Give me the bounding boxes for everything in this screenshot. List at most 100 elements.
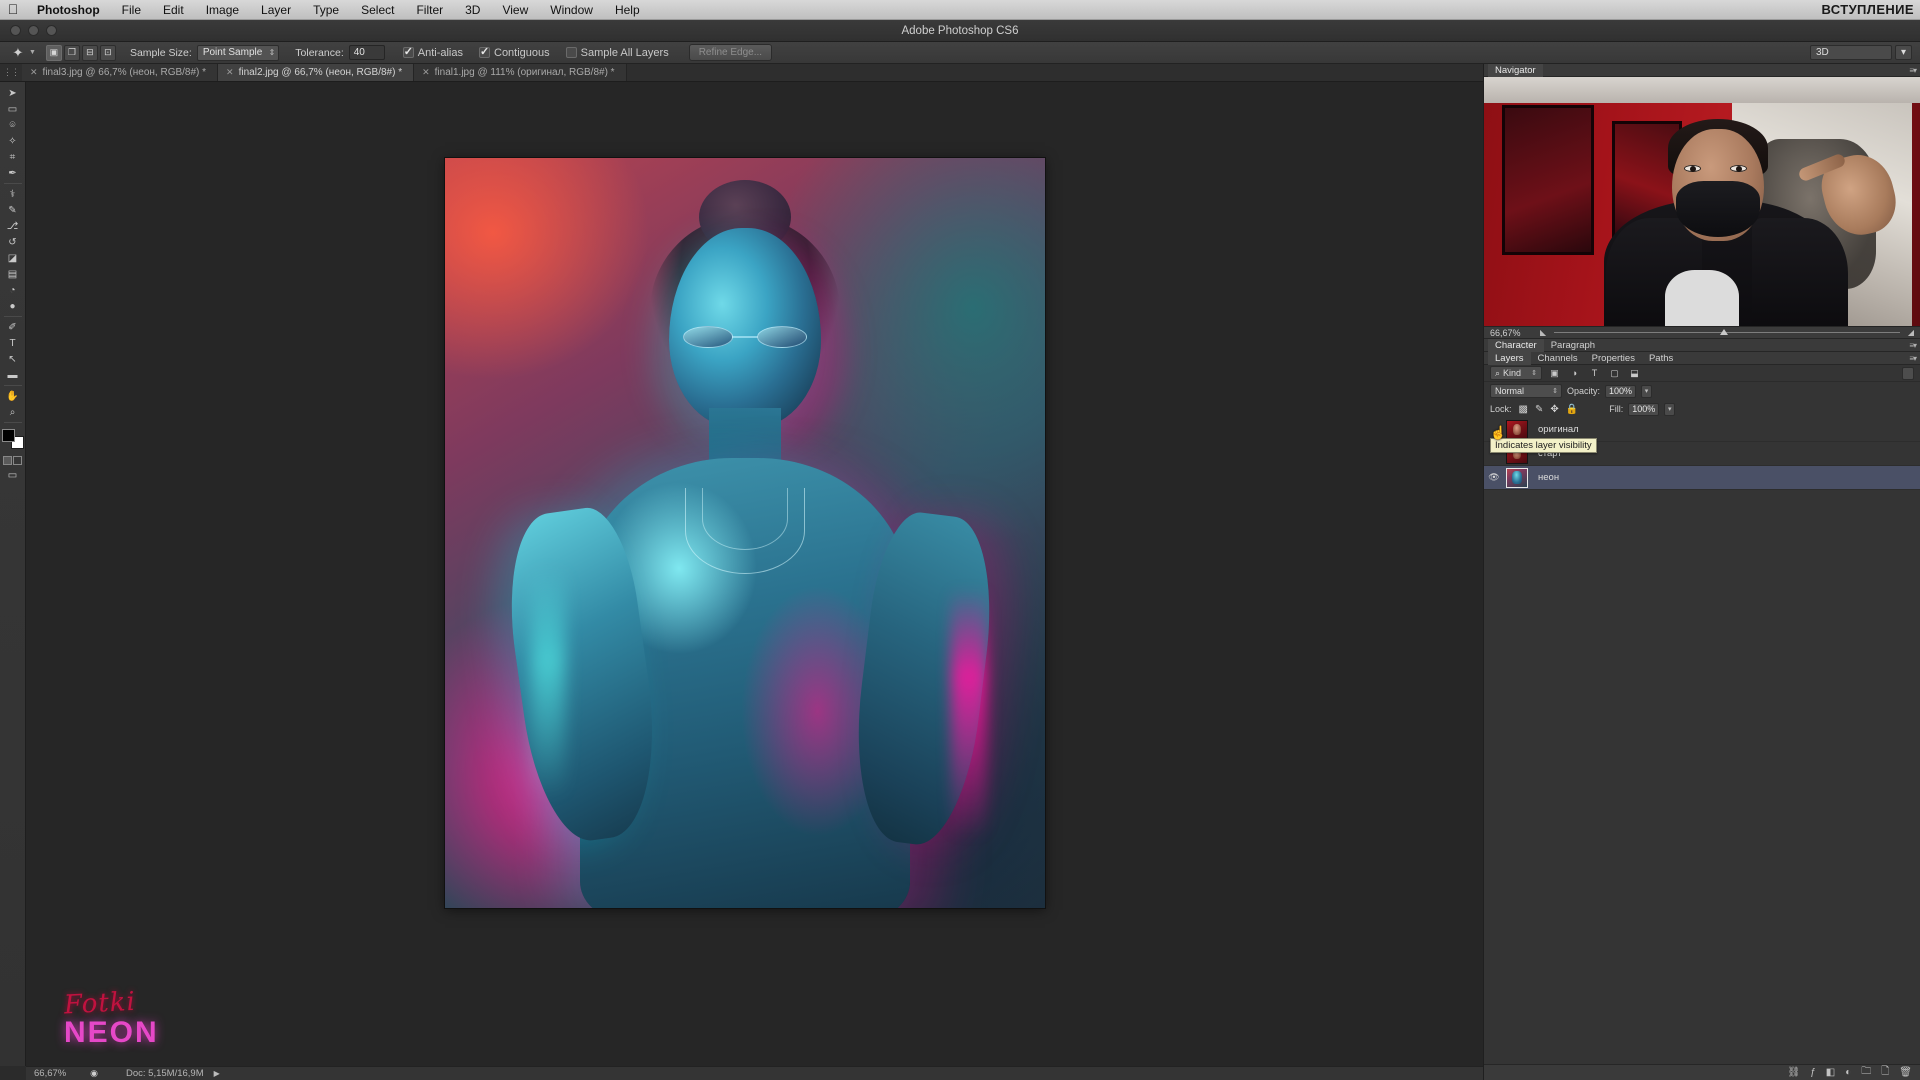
- lock-position-icon[interactable]: ✥: [1550, 404, 1558, 415]
- apple-logo-icon[interactable]: : [0, 2, 26, 18]
- tolerance-input[interactable]: 40: [349, 45, 385, 60]
- dodge-tool[interactable]: ●: [1, 298, 25, 314]
- delete-layer-icon[interactable]: 🗑: [1899, 1067, 1912, 1078]
- sample-all-layers-checkbox-box[interactable]: [566, 47, 577, 58]
- status-zoom-level[interactable]: 66,67%: [34, 1068, 84, 1079]
- marquee-tool[interactable]: ▭: [1, 101, 25, 117]
- zoom-tool[interactable]: ⌕: [1, 404, 25, 420]
- tab-channels[interactable]: Channels: [1531, 352, 1585, 365]
- move-tool[interactable]: ➤: [1, 85, 25, 101]
- workspace-3d-button[interactable]: 3D: [1810, 45, 1892, 60]
- workspace-switcher-chevron-icon[interactable]: ▾: [1895, 45, 1912, 60]
- opacity-stepper[interactable]: ▾: [1641, 385, 1652, 398]
- blur-tool[interactable]: ◔: [1, 282, 25, 298]
- tab-navigator[interactable]: Navigator: [1488, 64, 1543, 77]
- slider-thumb[interactable]: [1720, 329, 1728, 335]
- tab-paths[interactable]: Paths: [1642, 352, 1680, 365]
- document-tab-final3[interactable]: ✕ final3.jpg @ 66,7% (неон, RGB/8#) *: [22, 64, 218, 81]
- lock-image-pixels-icon[interactable]: ✎: [1535, 404, 1543, 415]
- tab-paragraph[interactable]: Paragraph: [1544, 339, 1602, 352]
- fill-value[interactable]: 100%: [1628, 403, 1659, 416]
- document-canvas-area[interactable]: Fotki NEON: [26, 82, 1483, 1066]
- menu-filter[interactable]: Filter: [405, 0, 454, 20]
- contiguous-checkbox-box[interactable]: [479, 47, 490, 58]
- layer-thumbnail[interactable]: [1506, 468, 1528, 488]
- tab-character[interactable]: Character: [1488, 339, 1544, 352]
- contiguous-checkbox[interactable]: Contiguous: [479, 47, 550, 59]
- new-group-icon[interactable]: 🗀: [1861, 1064, 1871, 1080]
- panel-menu-icon[interactable]: ≡▾: [1909, 354, 1916, 363]
- subtract-from-selection-button[interactable]: ⊟: [82, 45, 98, 61]
- document-tab-final2[interactable]: ✕ final2.jpg @ 66,7% (неон, RGB/8#) *: [218, 64, 414, 81]
- type-tool[interactable]: T: [1, 335, 25, 351]
- color-swatches[interactable]: [2, 429, 24, 449]
- adjustment-layer-icon[interactable]: ◐: [1845, 1067, 1851, 1078]
- gradient-tool[interactable]: ▤: [1, 266, 25, 282]
- navigator-zoom-value[interactable]: 66,67%: [1490, 328, 1532, 338]
- menu-window[interactable]: Window: [539, 0, 604, 20]
- filter-toggle-switch[interactable]: [1902, 367, 1914, 380]
- tab-bar-grip-icon[interactable]: ⋮⋮: [0, 64, 22, 81]
- selection-mode-group[interactable]: ▣ ❐ ⊟ ⊡: [46, 45, 116, 61]
- quick-mask-mode-icon[interactable]: [13, 456, 22, 465]
- path-selection-tool[interactable]: ↖: [1, 351, 25, 367]
- standard-mode-icon[interactable]: [3, 456, 12, 465]
- magic-wand-icon[interactable]: ✦: [8, 45, 28, 61]
- opacity-value[interactable]: 100%: [1605, 385, 1636, 398]
- layer-visibility-toggle[interactable]: 👁: [1484, 472, 1504, 483]
- menu-help[interactable]: Help: [604, 0, 651, 20]
- refine-edge-button[interactable]: Refine Edge...: [689, 44, 772, 61]
- healing-brush-tool[interactable]: ⚕: [1, 186, 25, 202]
- shape-tool[interactable]: ▬: [1, 367, 25, 383]
- tab-layers[interactable]: Layers: [1488, 352, 1531, 365]
- table-row[interactable]: 👁 неон: [1484, 466, 1920, 490]
- sample-size-select[interactable]: Point Sample: [197, 45, 279, 61]
- quick-mask-toggle[interactable]: [2, 453, 24, 467]
- image-canvas-neon-portrait[interactable]: [445, 158, 1045, 908]
- hand-tool[interactable]: ✋: [1, 388, 25, 404]
- close-icon[interactable]: ✕: [226, 67, 234, 78]
- panel-menu-icon[interactable]: ≡▾: [1909, 341, 1916, 350]
- filter-smart-object-icon[interactable]: ⬓: [1627, 366, 1642, 380]
- status-menu-arrow-icon[interactable]: ▶: [214, 1069, 220, 1078]
- quick-selection-tool[interactable]: ✧: [1, 133, 25, 149]
- eraser-tool[interactable]: ◪: [1, 250, 25, 266]
- navigator-zoom-slider[interactable]: [1554, 330, 1900, 336]
- new-selection-button[interactable]: ▣: [46, 45, 62, 61]
- foreground-color-swatch[interactable]: [2, 429, 15, 442]
- history-brush-tool[interactable]: ↺: [1, 234, 25, 250]
- zoom-out-icon[interactable]: ◣: [1540, 328, 1546, 337]
- lasso-tool[interactable]: ⌾: [1, 117, 25, 133]
- crop-tool[interactable]: ⌗: [1, 149, 25, 165]
- menu-photoshop[interactable]: Photoshop: [26, 0, 111, 20]
- menu-type[interactable]: Type: [302, 0, 350, 20]
- close-icon[interactable]: ✕: [422, 67, 430, 78]
- blend-mode-select[interactable]: Normal: [1490, 384, 1562, 398]
- zoom-in-icon[interactable]: ◢: [1908, 328, 1914, 337]
- screen-mode-icon[interactable]: ▭: [1, 467, 25, 483]
- anti-alias-checkbox-box[interactable]: [403, 47, 414, 58]
- clone-stamp-tool[interactable]: ⎇: [1, 218, 25, 234]
- menu-select[interactable]: Select: [350, 0, 405, 20]
- menu-view[interactable]: View: [491, 0, 539, 20]
- lock-transparent-pixels-icon[interactable]: ▩: [1519, 404, 1528, 415]
- menu-3d[interactable]: 3D: [454, 0, 491, 20]
- brush-tool[interactable]: ✎: [1, 202, 25, 218]
- close-icon[interactable]: ✕: [30, 67, 38, 78]
- layer-filter-kind-select[interactable]: ⌕ Kind: [1490, 366, 1542, 380]
- tool-preset-chevron-down-icon[interactable]: ▼: [28, 49, 42, 56]
- layer-style-icon[interactable]: ƒ: [1810, 1067, 1816, 1078]
- new-layer-icon[interactable]: 🗋: [1881, 1064, 1889, 1080]
- document-tab-final1[interactable]: ✕ final1.jpg @ 111% (оригинал, RGB/8#) *: [414, 64, 626, 81]
- fill-stepper[interactable]: ▾: [1664, 403, 1675, 416]
- navigator-preview-webcam[interactable]: [1484, 77, 1920, 327]
- layer-thumbnail[interactable]: [1506, 420, 1528, 440]
- lock-all-icon[interactable]: 🔒: [1566, 404, 1578, 415]
- eyedropper-tool[interactable]: ✒: [1, 165, 25, 181]
- menu-file[interactable]: File: [111, 0, 152, 20]
- menu-edit[interactable]: Edit: [152, 0, 195, 20]
- pen-tool[interactable]: ✐: [1, 319, 25, 335]
- anti-alias-checkbox[interactable]: Anti-alias: [403, 47, 463, 59]
- filter-shape-layers-icon[interactable]: ▢: [1607, 366, 1622, 380]
- panel-menu-icon[interactable]: ≡▾: [1909, 66, 1916, 75]
